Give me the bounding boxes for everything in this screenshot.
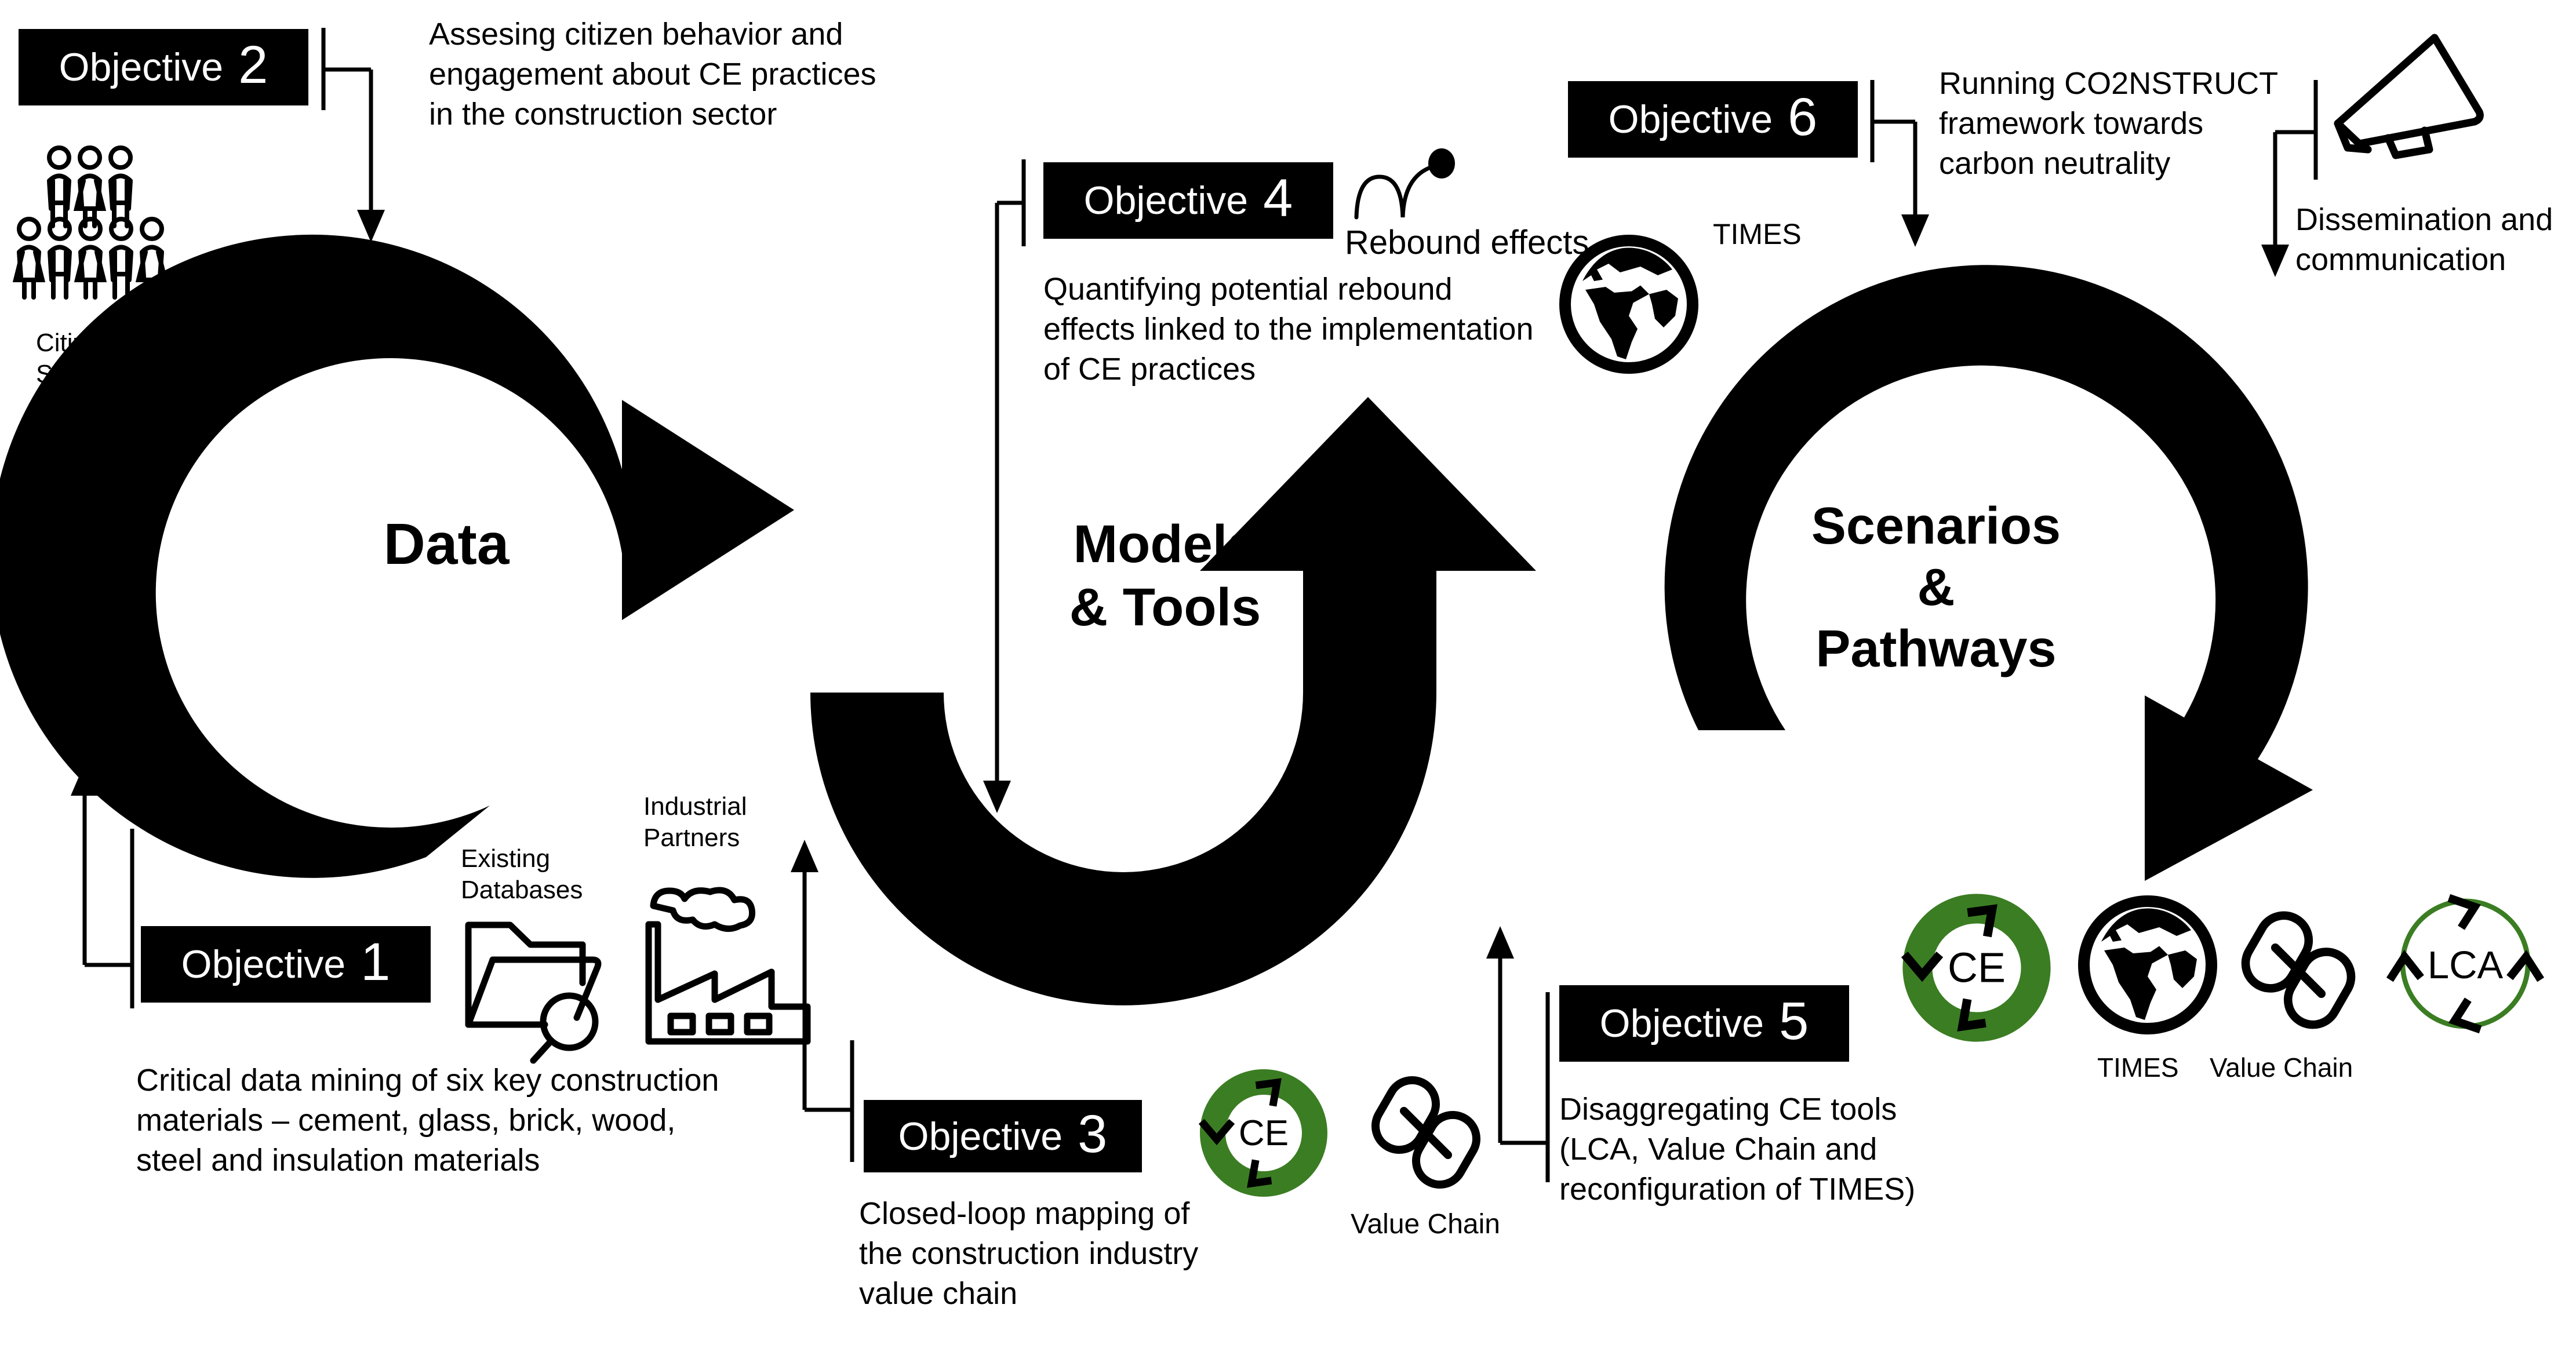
objective-5-number: 5 xyxy=(1779,992,1809,1051)
objective-2-connector xyxy=(321,28,385,242)
cycle-title-data: Data xyxy=(325,510,568,578)
objective-1-box[interactable]: Objective 1 xyxy=(141,926,431,1003)
objective-4-number: 4 xyxy=(1263,169,1293,228)
citizen-survey-label-line1: Citizen xyxy=(36,329,114,357)
objective-4-box[interactable]: Objective 4 xyxy=(1043,162,1333,239)
objective-4-description: Quantifying potential rebound effects li… xyxy=(1043,272,1534,387)
objective-3-description: Closed-loop mapping of the construction … xyxy=(859,1196,1199,1311)
cycle-title-scenarios: Scenarios & Pathways xyxy=(1739,495,2133,680)
value-chain-link-icon-middle xyxy=(1371,1076,1480,1189)
existing-databases-label-line2: Databases xyxy=(461,875,583,904)
value-chain-label-middle: Value Chain xyxy=(1351,1209,1500,1240)
objective-6-box[interactable]: Objective 6 xyxy=(1568,81,1858,158)
objective-2-label: Objective xyxy=(59,45,224,89)
objective-2-box[interactable]: Objective 2 xyxy=(19,29,308,105)
objective-3-label: Objective xyxy=(898,1114,1063,1158)
cycle-title-data-text: Data xyxy=(383,512,510,577)
objective-4-label: Objective xyxy=(1083,178,1249,223)
folder-search-icon xyxy=(465,921,602,1064)
rebound-effects-label: Rebound effects xyxy=(1345,224,1589,261)
lca-ring-icon: LCA xyxy=(2386,894,2545,1034)
citizen-survey-label-line2: Survey xyxy=(36,359,115,388)
times-globe-icon-top xyxy=(1559,235,1698,374)
objective-2-number: 2 xyxy=(238,35,268,94)
ce-ring-text-right: CE xyxy=(1948,945,2006,991)
objective-3-number: 3 xyxy=(1078,1104,1108,1164)
cycle-title-scenarios-line1: Scenarios xyxy=(1811,497,2061,555)
existing-databases-label-line1: Existing xyxy=(461,844,551,873)
cycle-title-scenarios-line3: Pathways xyxy=(1815,620,2057,679)
megaphone-icon xyxy=(2334,34,2484,159)
ce-ring-text-middle: CE xyxy=(1239,1113,1289,1153)
citizen-survey-label: Citizen Survey xyxy=(36,327,210,389)
value-chain-link-icon-right xyxy=(2241,911,2356,1029)
objective-1-label: Objective xyxy=(181,942,346,986)
dissemination-label: Dissemination and communication xyxy=(2295,202,2553,278)
objective-1-connector xyxy=(71,763,134,1008)
citizen-survey-people-icon xyxy=(12,145,169,300)
rebound-effects-icon xyxy=(1354,148,1455,220)
value-chain-label-right: Value Chain xyxy=(2210,1052,2353,1083)
objective-5-box[interactable]: Objective 5 xyxy=(1559,985,1849,1062)
times-label-bottom: TIMES xyxy=(2097,1052,2179,1083)
times-label-top: TIMES xyxy=(1713,218,1802,250)
models-cycle-arrow xyxy=(810,397,1536,1005)
existing-databases-label: Existing Databases xyxy=(461,843,658,905)
objective-6-label: Objective xyxy=(1608,97,1773,141)
objective-5-connector xyxy=(1486,926,1550,1182)
objective-2-description: Assesing citizen behavior and engagement… xyxy=(429,17,876,132)
objective-5-description: Disaggregating CE tools (LCA, Value Chai… xyxy=(1559,1092,1916,1207)
objective-3-box[interactable]: Objective 3 xyxy=(864,1100,1142,1172)
industrial-partners-label-line1: Industrial xyxy=(643,792,747,821)
ce-ring-icon-right: CE xyxy=(1901,894,2051,1042)
objective-1-description: Critical data mining of six key construc… xyxy=(136,1063,719,1178)
lca-ring-text: LCA xyxy=(2428,943,2504,987)
objective-4-connector xyxy=(983,159,1026,813)
objective-1-number: 1 xyxy=(361,932,391,992)
objective-6-number: 6 xyxy=(1788,88,1818,147)
cycle-title-scenarios-line2: & xyxy=(1917,559,1955,617)
objective-5-label: Objective xyxy=(1599,1001,1764,1045)
times-globe-icon-bottom xyxy=(2078,895,2217,1034)
objective-3-connector xyxy=(791,840,854,1162)
co2nstruct-objectives-diagram: Data Models & Tools Scenarios & Pathways… xyxy=(0,0,2576,1359)
ce-ring-icon-middle: CE xyxy=(1198,1069,1327,1197)
